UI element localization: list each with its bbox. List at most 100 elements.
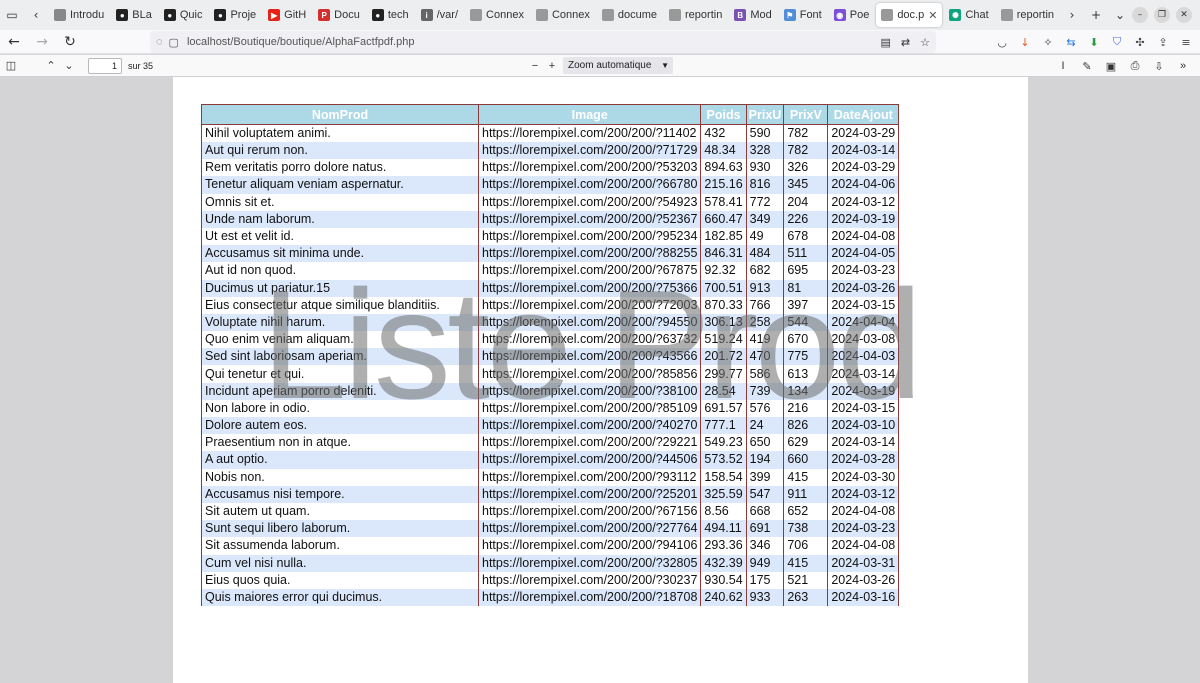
sidebar-toggle-icon[interactable]: ◫ [2, 57, 20, 75]
downloads-icon[interactable]: ↓ [1017, 34, 1033, 50]
close-window-icon[interactable]: ✕ [1176, 7, 1192, 23]
zoom-out-icon[interactable]: − [526, 57, 544, 75]
browser-tab[interactable]: ● BLa [111, 3, 157, 27]
pdf-viewer[interactable]: NomProd Image Poids PrixU PrixV DateAjout Nih… [0, 77, 1200, 683]
previous-page-icon[interactable]: ⌃ [42, 57, 60, 75]
tab-list-icon[interactable]: ▭ [0, 3, 24, 27]
extension-icon[interactable]: ✧ [1040, 34, 1056, 50]
draw-icon[interactable]: ✎ [1078, 57, 1096, 75]
table-row: Non labore in odio. https://lorempixel.co… [201, 399, 900, 417]
table-cell: https://lorempixel.com/200/200/?38100 [477, 382, 702, 400]
list-all-tabs-icon[interactable]: ⌄ [1108, 3, 1132, 27]
browser-tab[interactable]: ✺ Chat [944, 3, 993, 27]
table-cell: https://lorempixel.com/200/200/?72003 [477, 296, 702, 314]
browser-tab[interactable]: doc.p ✕ [876, 3, 943, 27]
table-cell: 613 [783, 365, 829, 383]
pocket-icon[interactable]: ◡ [994, 34, 1010, 50]
table-row: Tenetur aliquam veniam aspernatur. https:… [201, 176, 900, 194]
zoom-in-icon[interactable]: + [543, 57, 561, 75]
forward-icon[interactable]: → [28, 31, 56, 53]
zoom-select[interactable]: Zoom automatique ▼ [563, 57, 673, 74]
extensions-puzzle-icon[interactable]: ✣ [1132, 34, 1148, 50]
table-cell: 349 [745, 210, 785, 228]
table-cell: 913 [745, 279, 785, 297]
table-cell: Voluptate nihil harum. [201, 313, 479, 332]
browser-tab[interactable]: ▶ GitH [263, 3, 311, 27]
table-cell: 650 [745, 434, 785, 452]
table-cell: 2024-03-08 [827, 331, 900, 349]
page-info-icon[interactable]: ▢ [169, 36, 179, 49]
close-tab-icon[interactable]: ✕ [928, 9, 937, 22]
table-row: Accusamus sit minima unde. https://loremp… [201, 245, 900, 263]
table-cell: 629 [783, 434, 829, 452]
table-cell: 772 [745, 193, 785, 211]
table-cell: Sed sint laboriosam aperiam. [201, 348, 479, 366]
browser-tab[interactable]: B Mod [729, 3, 776, 27]
table-row: Sunt sequi libero laborum. https://loremp… [201, 520, 900, 538]
translate-icon[interactable]: ⇄ [901, 36, 910, 49]
table-cell: 81 [783, 279, 829, 297]
table-cell: https://lorempixel.com/200/200/?94550 [477, 313, 702, 332]
url-text[interactable]: localhost/Boutique/boutique/AlphaFactfpd… [187, 36, 415, 48]
browser-tab[interactable]: ● tech [367, 3, 414, 27]
url-bar[interactable]: ◌ ▢ localhost/Boutique/boutique/AlphaFac… [150, 31, 936, 53]
table-cell: 2024-03-15 [827, 296, 900, 314]
table-cell: 2024-04-06 [827, 176, 900, 194]
bookmark-star-icon[interactable]: ☆ [920, 36, 930, 49]
table-cell: 2024-03-30 [827, 468, 900, 486]
browser-tab[interactable]: Connex [465, 3, 529, 27]
table-cell: 933 [745, 588, 785, 607]
translate-extension-icon[interactable]: ⇆ [1063, 34, 1079, 50]
browser-tab[interactable]: ◉ Poe [829, 3, 875, 27]
browser-tab[interactable]: i/var/ [416, 3, 463, 27]
table-cell: 870.33 [700, 296, 747, 314]
table-cell: 2024-03-26 [827, 571, 900, 589]
text-cursor-icon[interactable]: I [1054, 57, 1072, 75]
save-icon[interactable]: ⇩ [1150, 57, 1168, 75]
tabs-scroll-left-icon[interactable]: ‹ [24, 3, 48, 27]
tabs-scroll-right-icon[interactable]: › [1060, 3, 1084, 27]
image-icon[interactable]: ▣ [1102, 57, 1120, 75]
minimize-icon[interactable]: – [1132, 7, 1148, 23]
pdf-toolbar: ◫ ⌃ ⌄ 1 sur 35 − + Zoom automatique ▼ I … [0, 55, 1200, 77]
table-cell: https://lorempixel.com/200/200/?88255 [477, 245, 702, 263]
table-cell: Quo enim veniam aliquam. [201, 331, 479, 349]
new-tab-icon[interactable]: + [1084, 3, 1108, 27]
browser-tab[interactable]: reportin [664, 3, 727, 27]
pdf-page: NomProd Image Poids PrixU PrixV DateAjout Nih… [173, 77, 1028, 683]
table-cell: 766 [745, 296, 785, 314]
back-icon[interactable]: ← [0, 31, 28, 53]
page-number-input[interactable]: 1 [88, 57, 122, 74]
table-cell: 415 [783, 554, 829, 572]
browser-tab[interactable]: ● Quic [159, 3, 208, 27]
page-icon [54, 9, 66, 21]
browser-tab[interactable]: ⚑ Font [779, 3, 827, 27]
table-cell: 2024-03-14 [827, 365, 900, 383]
shield-icon[interactable]: ◌ [156, 36, 163, 48]
restore-icon[interactable]: ❐ [1154, 7, 1170, 23]
browser-tab[interactable]: Connex [531, 3, 595, 27]
table-cell: 2024-04-08 [827, 502, 900, 521]
table-cell: https://lorempixel.com/200/200/?94106 [477, 537, 702, 555]
browser-tab[interactable]: Introdu [49, 3, 109, 27]
download-helper-icon[interactable]: ⬇ [1086, 34, 1102, 50]
table-cell: Incidunt aperiam porro deleniti. [201, 382, 479, 400]
share-icon[interactable]: ⇪ [1155, 34, 1171, 50]
table-cell: 706 [783, 537, 829, 555]
browser-tab[interactable]: ● Proje [209, 3, 261, 27]
table-cell: 2024-03-29 [827, 124, 900, 142]
browser-tab[interactable]: P Docu [313, 3, 365, 27]
print-icon[interactable]: ⎙ [1126, 57, 1144, 75]
table-row: Rem veritatis porro dolore natus. https:/… [201, 159, 900, 177]
table-cell: 215.16 [700, 176, 747, 194]
menu-icon[interactable]: ≡ [1178, 34, 1194, 50]
github-icon: ● [214, 9, 227, 21]
reload-icon[interactable]: ↻ [56, 31, 84, 53]
table-cell: 28.54 [700, 382, 747, 400]
next-page-icon[interactable]: ⌄ [60, 57, 78, 75]
reader-view-icon[interactable]: ▤ [881, 36, 891, 49]
more-tools-icon[interactable]: » [1174, 57, 1192, 75]
privacy-badger-icon[interactable]: ⛉ [1109, 34, 1125, 50]
browser-tab[interactable]: docume [597, 3, 662, 27]
browser-tab[interactable]: reportin [996, 3, 1059, 27]
